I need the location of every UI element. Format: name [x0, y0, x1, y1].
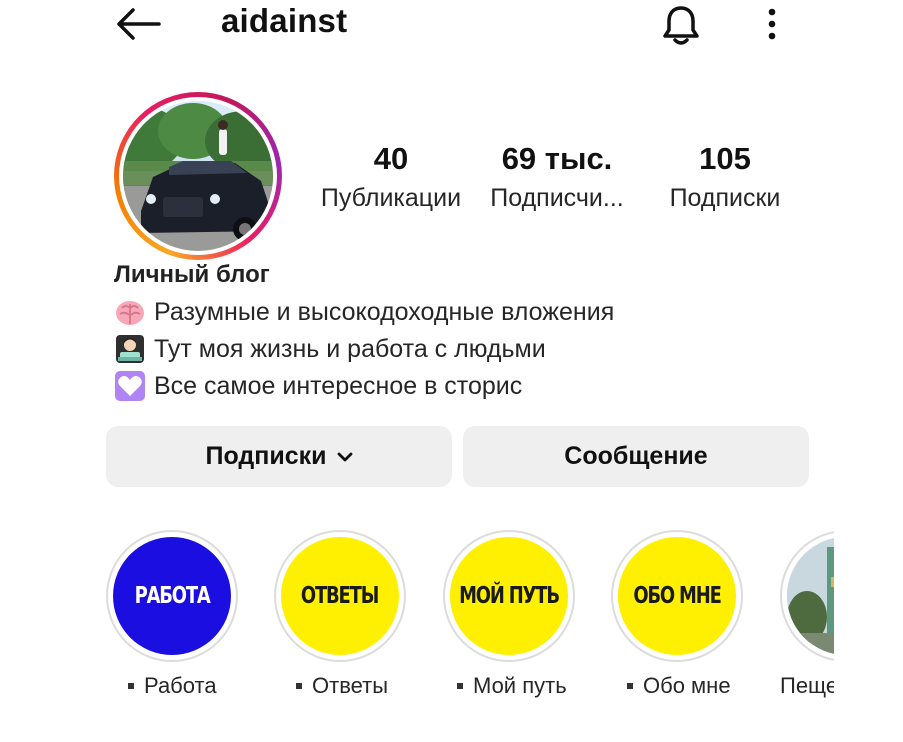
stat-following-value: 105 — [699, 141, 751, 176]
stat-followers[interactable]: 69 тыс. Подписчи... — [484, 140, 630, 214]
highlight-label: Пеще — [780, 673, 838, 699]
bell-icon — [663, 6, 699, 45]
top-bar: aidainst — [0, 0, 903, 50]
highlight-label: Обо мне — [627, 673, 731, 699]
message-button-label: Сообщение — [564, 442, 708, 470]
technologist-emoji-icon — [114, 333, 146, 365]
highlight-cover: ОТВЕТЫ — [281, 537, 399, 655]
notifications-button[interactable] — [656, 2, 706, 48]
bio-category: Личный блог — [114, 261, 270, 288]
bullet-icon — [296, 683, 302, 689]
stat-followers-label: Подписчи... — [490, 184, 624, 212]
highlight-label: Работа — [128, 673, 217, 699]
avatar-photo — [123, 101, 273, 251]
bio-line: Все самое интересное в сторис — [114, 370, 522, 402]
highlight-cover: МОЙ ПУТЬ — [450, 537, 568, 655]
stat-posts[interactable]: 40 Публикации — [312, 140, 470, 214]
stat-following-label: Подписки — [669, 184, 781, 212]
highlight-label-text: Ответы — [312, 673, 389, 698]
following-button[interactable]: Подписки — [106, 426, 452, 487]
highlight-cover-text: РАБОТА — [134, 583, 210, 609]
highlight-label-text: Работа — [144, 673, 217, 698]
highlight-ring: ОБО МНЕ — [611, 530, 743, 662]
highlight-cover: РАБОТА — [113, 537, 231, 655]
stat-posts-value: 40 — [373, 141, 409, 176]
highlight-ring: РАБОТА — [106, 530, 238, 662]
back-button[interactable] — [112, 4, 164, 44]
chevron-down-icon — [337, 452, 352, 461]
arrow-left-icon — [117, 8, 161, 40]
message-button[interactable]: Сообщение — [463, 426, 809, 487]
highlight-label-text: Мой путь — [473, 673, 567, 698]
bio-text: Тут моя жизнь и работа с людьми — [154, 334, 546, 363]
more-options-button[interactable] — [754, 4, 790, 44]
scroll-edge-mask — [834, 520, 903, 742]
highlight-ring: ОТВЕТЫ — [274, 530, 406, 662]
highlight-label-text: Пеще — [780, 673, 839, 698]
bullet-icon — [457, 683, 463, 689]
stat-followers-value: 69 тыс. — [501, 141, 613, 176]
highlight-cover: ОБО МНЕ — [618, 537, 736, 655]
highlight-cover-text: ОТВЕТЫ — [301, 583, 379, 609]
more-vertical-icon — [768, 8, 776, 40]
highlight-label: Ответы — [296, 673, 388, 699]
bio-line: Разумные и высокодоходные вложения — [114, 296, 614, 328]
highlight-cover-text: ОБО МНЕ — [633, 583, 722, 609]
bio-line: Тут моя жизнь и работа с людьми — [114, 333, 546, 365]
story-highlight[interactable]: МОЙ ПУТЬ Мой путь — [443, 530, 575, 698]
following-button-label: Подписки — [205, 442, 327, 470]
story-highlight[interactable]: ОТВЕТЫ Ответы — [274, 530, 406, 698]
stat-following[interactable]: 105 Подписки — [660, 140, 790, 214]
highlight-label-text: Обо мне — [643, 673, 731, 698]
bullet-icon — [128, 683, 134, 689]
stat-posts-label: Публикации — [320, 184, 462, 212]
story-highlight[interactable]: РАБОТА Работа — [106, 530, 238, 698]
highlight-label: Мой путь — [457, 673, 567, 699]
bio-text: Все самое интересное в сторис — [154, 371, 523, 400]
brain-emoji-icon — [114, 296, 146, 328]
bullet-icon — [627, 683, 633, 689]
avatar-border — [119, 97, 277, 255]
highlight-cover-text: МОЙ ПУТЬ — [459, 583, 560, 609]
heart-emoji-icon — [114, 370, 146, 402]
story-highlight[interactable]: ОБО МНЕ Обо мне — [611, 530, 743, 698]
profile-avatar[interactable] — [114, 92, 282, 260]
bio-text: Разумные и высокодоходные вложения — [154, 297, 615, 326]
highlight-ring: МОЙ ПУТЬ — [443, 530, 575, 662]
profile-username: aidainst — [221, 2, 348, 39]
